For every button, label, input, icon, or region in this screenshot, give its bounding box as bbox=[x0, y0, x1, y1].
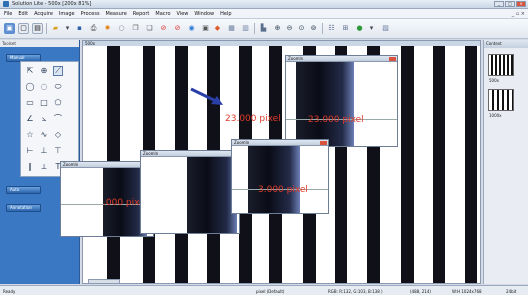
live-icon[interactable]: ◉ bbox=[186, 23, 197, 34]
app-icon bbox=[3, 1, 9, 7]
minimize-button[interactable]: _ bbox=[494, 1, 504, 7]
status-size: W:H 1024x768 bbox=[452, 289, 482, 294]
calibration-icon[interactable]: ⊞ bbox=[340, 23, 351, 34]
histogram-icon[interactable]: ▙ bbox=[258, 23, 269, 34]
capture-icon[interactable]: ▤ bbox=[32, 23, 43, 34]
layers-icon[interactable]: ▥ bbox=[240, 23, 251, 34]
zoom-window[interactable]: ZoomIn 3.000 pixel bbox=[231, 139, 329, 214]
dropdown-icon[interactable]: ▾ bbox=[62, 23, 73, 34]
menu-measure[interactable]: Measure bbox=[106, 11, 127, 17]
status-bits: 24bit bbox=[506, 289, 517, 294]
menu-window[interactable]: Window bbox=[194, 11, 214, 17]
mdi-controls[interactable]: _ ▫ × bbox=[512, 11, 525, 17]
curve-tool-icon[interactable]: ∿ bbox=[39, 130, 49, 140]
section-annotation[interactable]: Annotation bbox=[6, 204, 41, 212]
print-icon[interactable]: ⎙ bbox=[88, 23, 99, 34]
save-icon[interactable]: ▪ bbox=[74, 23, 85, 34]
pointer-tool-icon[interactable]: ⇱ bbox=[25, 66, 35, 76]
menu-report[interactable]: Report bbox=[133, 11, 150, 17]
width-tool-icon[interactable]: ⊤ bbox=[53, 146, 63, 156]
parallel-tool-icon[interactable]: ∥ bbox=[25, 162, 35, 172]
arc-tool-icon[interactable]: ⌒ bbox=[53, 114, 63, 124]
new-image-icon[interactable]: ▢ bbox=[18, 23, 29, 34]
zoom-measure-label: 3.000 pixel bbox=[258, 185, 308, 195]
menu-process[interactable]: Process bbox=[81, 11, 100, 17]
angle2-tool-icon[interactable]: ⦣ bbox=[39, 114, 49, 124]
window-controls: _ □ × bbox=[494, 1, 526, 7]
section-auto[interactable]: Auto bbox=[6, 186, 41, 194]
window-title: Solution Lite - 500x [200x 81%] bbox=[12, 1, 92, 7]
zoom-actual-icon[interactable]: ⊚ bbox=[308, 23, 319, 34]
height-tool-icon[interactable]: ⊥ bbox=[39, 146, 49, 156]
angle-tool-icon[interactable]: ∠ bbox=[25, 114, 35, 124]
zoom-in-icon[interactable]: ⊕ bbox=[272, 23, 283, 34]
measurement-label[interactable]: 23.000 pixel bbox=[225, 114, 281, 124]
paste-icon[interactable]: ❏ bbox=[144, 23, 155, 34]
status-bar: Ready pixel (Default) RGB: R:132, G:103,… bbox=[0, 285, 528, 295]
circle-tool-icon[interactable]: ◯ bbox=[25, 82, 35, 92]
thumbnail-1000x[interactable] bbox=[488, 89, 514, 111]
thumbnail-label: 1000x bbox=[489, 113, 502, 118]
close-icon[interactable] bbox=[320, 141, 327, 145]
status-rgb: RGB: R:132, G:103, B:138 ) bbox=[328, 289, 383, 294]
open-folder-icon[interactable]: ▰ bbox=[50, 23, 61, 34]
zoom-image bbox=[187, 157, 237, 233]
title-bar: Solution Lite - 500x [200x 81%] _ □ × bbox=[0, 0, 528, 9]
menu-image[interactable]: Image bbox=[59, 11, 75, 17]
status-ready: Ready bbox=[3, 289, 16, 294]
status-xy: (488, 214) bbox=[410, 289, 431, 294]
camera-icon[interactable]: ▣ bbox=[4, 23, 15, 34]
square-tool-icon[interactable]: □ bbox=[39, 98, 49, 108]
perpendicular-tool-icon[interactable]: ⟂ bbox=[39, 162, 49, 172]
status-unit: pixel (Default) bbox=[256, 289, 285, 294]
zoom-image bbox=[248, 146, 300, 213]
grid-icon[interactable]: ▦ bbox=[226, 23, 237, 34]
menu-acquire[interactable]: Acquire bbox=[34, 11, 53, 17]
line-tool-icon[interactable]: ⟋ bbox=[53, 66, 63, 76]
ellipse-tool-icon[interactable]: ⬭ bbox=[53, 82, 63, 92]
measure-list-icon[interactable]: ☷ bbox=[326, 23, 337, 34]
zoom-measure-label: 23.000 pixel bbox=[308, 115, 364, 125]
settings-icon[interactable]: ✹ bbox=[102, 23, 113, 34]
menu-macro[interactable]: Macro bbox=[155, 11, 170, 17]
measure-tools-panel: ⇱ ⊕ ⟋ ◯ ◌ ⬭ ▭ □ ⬠ ∠ ⦣ ⌒ ☆ ∿ ◇ ⊢ ⊥ ⊤ ∥ ⟂ … bbox=[20, 61, 79, 177]
copy-icon[interactable]: ❐ bbox=[130, 23, 141, 34]
diamond-tool-icon[interactable]: ◇ bbox=[53, 130, 63, 140]
circle-tool-icon[interactable]: ○ bbox=[116, 23, 127, 34]
context-panel: Context 500x 1000x bbox=[483, 40, 528, 284]
rectangle-tool-icon[interactable]: ▭ bbox=[25, 98, 35, 108]
close-icon[interactable] bbox=[389, 57, 396, 61]
context-title: Context bbox=[484, 40, 528, 48]
zoom-window[interactable]: ZoomIn bbox=[140, 150, 240, 234]
zoom-out-icon[interactable]: ⊖ bbox=[284, 23, 295, 34]
cancel-icon[interactable]: ⊘ bbox=[172, 23, 183, 34]
menu-help[interactable]: Help bbox=[220, 11, 231, 17]
point-tool-icon[interactable]: ⊕ bbox=[39, 66, 49, 76]
zoom-window[interactable]: ZoomIn 23.000 pixel bbox=[285, 55, 398, 147]
circle3-tool-icon[interactable]: ◌ bbox=[39, 82, 49, 92]
zoom-fit-icon[interactable]: ⊙ bbox=[296, 23, 307, 34]
menu-bar: File Edit Acquire Image Process Measure … bbox=[0, 9, 528, 19]
toolset-header: Toolset bbox=[0, 40, 79, 47]
play-icon[interactable]: ● bbox=[354, 23, 365, 34]
zoom-image bbox=[296, 62, 354, 146]
thumbnail-label: 500x bbox=[489, 78, 500, 83]
menu-edit[interactable]: Edit bbox=[18, 11, 28, 17]
report-icon[interactable]: ▧ bbox=[380, 23, 391, 34]
star-tool-icon[interactable]: ☆ bbox=[25, 130, 35, 140]
snap-icon[interactable]: ▣ bbox=[200, 23, 211, 34]
stop-icon[interactable]: ⊘ bbox=[158, 23, 169, 34]
main-toolbar: ▣ ▢ ▤ ▰ ▾ ▪ ⎙ ✹ ○ ❐ ❏ ⊘ ⊘ ◉ ▣ ◆ ▦ ▥ ▙ ⊕ … bbox=[0, 19, 528, 39]
thumbnail-500x[interactable] bbox=[488, 54, 514, 76]
zoom-slider[interactable] bbox=[88, 279, 120, 284]
close-button[interactable]: × bbox=[516, 1, 526, 7]
record-icon[interactable]: ◆ bbox=[212, 23, 223, 34]
distance-tool-icon[interactable]: ⊢ bbox=[25, 146, 35, 156]
menu-file[interactable]: File bbox=[4, 11, 12, 17]
maximize-button[interactable]: □ bbox=[505, 1, 515, 7]
play-dropdown-icon[interactable]: ▾ bbox=[366, 23, 377, 34]
menu-view[interactable]: View bbox=[177, 11, 189, 17]
polygon-tool-icon[interactable]: ⬠ bbox=[53, 98, 63, 108]
